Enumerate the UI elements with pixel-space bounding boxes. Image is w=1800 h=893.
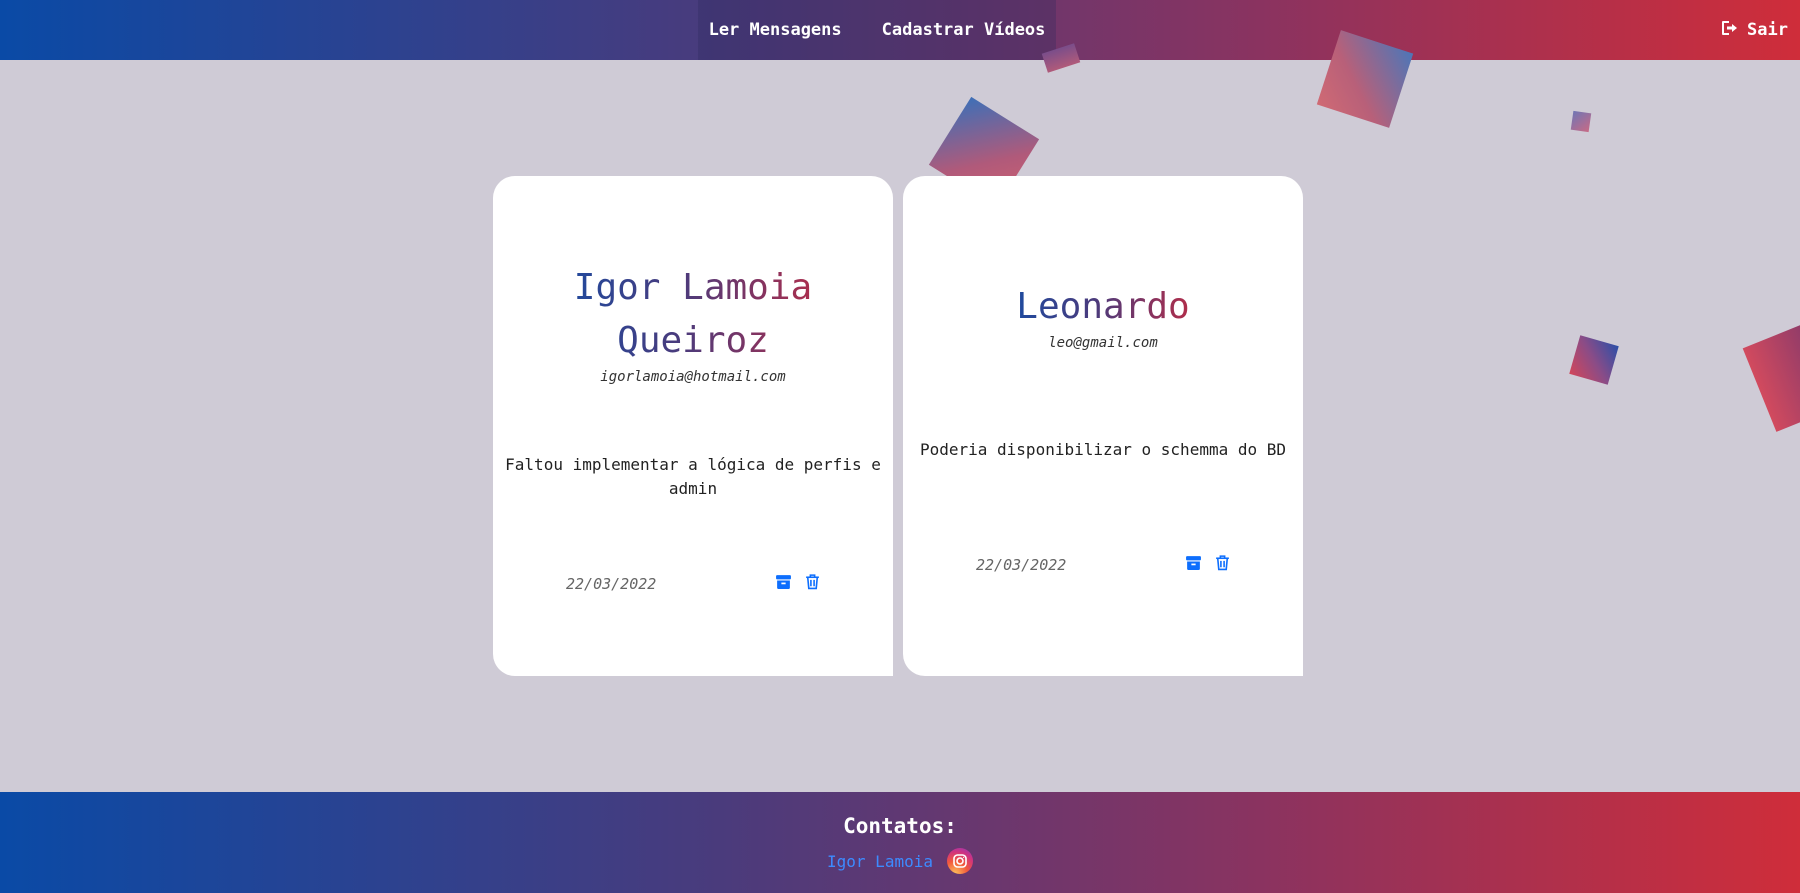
archive-icon [776, 575, 791, 589]
footer: Contatos: Igor Lamoia [0, 792, 1800, 893]
logout-button[interactable]: Sair [1721, 0, 1788, 60]
nav-register-videos[interactable]: Cadastrar Vídeos [882, 20, 1046, 40]
contact-row: Igor Lamoia [827, 848, 973, 874]
delete-button[interactable] [804, 573, 821, 590]
delete-button[interactable] [1214, 554, 1231, 571]
message-actions [1185, 554, 1231, 571]
sender-email: leo@gmail.com [1048, 335, 1158, 351]
message-card: Leonardo leo@gmail.com Poderia disponibi… [903, 176, 1303, 676]
footer-title: Contatos: [843, 814, 957, 838]
message-actions [775, 573, 821, 590]
archive-button[interactable] [1185, 554, 1202, 571]
logout-label: Sair [1747, 20, 1788, 40]
archive-button[interactable] [775, 573, 792, 590]
nav-read-messages[interactable]: Ler Mensagens [709, 20, 842, 40]
sign-out-icon [1721, 20, 1739, 41]
decor-square [1742, 322, 1800, 432]
top-navbar: Ler Mensagens Cadastrar Vídeos Sair [0, 0, 1800, 60]
message-card: Igor Lamoia Queiroz igorlamoia@hotmail.c… [493, 176, 893, 676]
main-nav: Ler Mensagens Cadastrar Vídeos [698, 0, 1056, 60]
sender-name: Leonardo [1016, 280, 1189, 333]
decor-square [1570, 110, 1592, 133]
message-text: Poderia disponibilizar o schemma do BD [919, 440, 1287, 459]
sender-name: Igor Lamoia Queiroz [563, 261, 823, 367]
archive-icon [1186, 556, 1201, 570]
message-text: Faltou implementar a lógica de perfis e … [505, 455, 881, 498]
trash-icon [1216, 555, 1229, 571]
message-date: 22/03/2022 [976, 556, 1067, 574]
message-date: 22/03/2022 [566, 575, 657, 593]
instagram-icon[interactable] [946, 848, 973, 874]
sender-email: igorlamoia@hotmail.com [600, 369, 786, 385]
contact-link[interactable]: Igor Lamoia [827, 852, 933, 871]
decor-square [1569, 335, 1619, 385]
trash-icon [806, 574, 819, 590]
